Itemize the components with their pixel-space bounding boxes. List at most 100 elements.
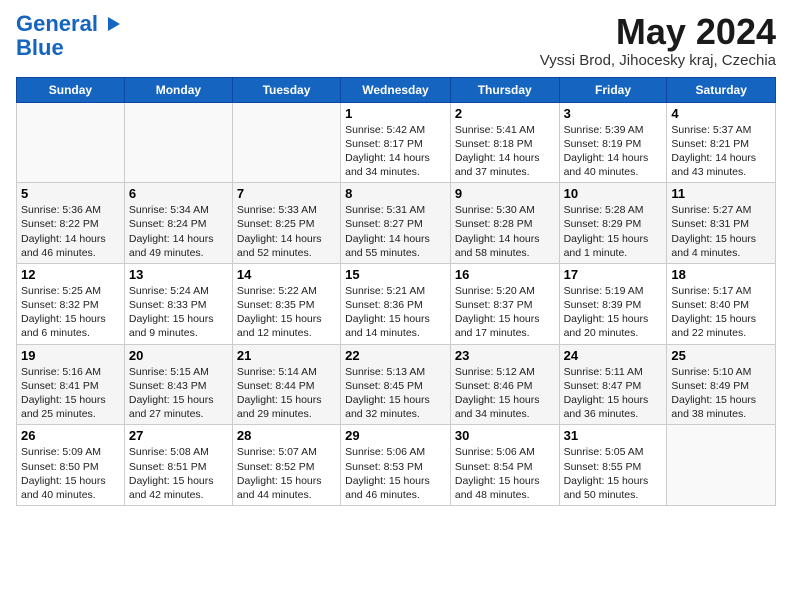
day-number: 27 [129, 428, 228, 443]
weekday-header: Thursday [450, 77, 559, 102]
day-info: Sunrise: 5:28 AM Sunset: 8:29 PM Dayligh… [564, 203, 663, 260]
calendar-cell: 22 Sunrise: 5:13 AM Sunset: 8:45 PM Dayli… [341, 344, 451, 425]
calendar-cell: 4 Sunrise: 5:37 AM Sunset: 8:21 PM Daylig… [667, 102, 776, 183]
calendar-cell: 27 Sunrise: 5:08 AM Sunset: 8:51 PM Dayli… [124, 425, 232, 506]
day-info: Sunrise: 5:09 AM Sunset: 8:50 PM Dayligh… [21, 445, 120, 502]
calendar-cell: 15Sunrise: 5:21 AM Sunset: 8:36 PM Dayli… [341, 263, 451, 344]
month-title: May 2024 [540, 12, 776, 52]
day-number: 1 [345, 106, 446, 121]
weekday-header: Friday [559, 77, 667, 102]
calendar-cell: 19 Sunrise: 5:16 AM Sunset: 8:41 PM Dayli… [17, 344, 125, 425]
day-number: 17 [564, 267, 663, 282]
day-info: Sunrise: 5:21 AM Sunset: 8:36 PM Dayligh… [345, 284, 446, 341]
calendar-cell: 21 Sunrise: 5:14 AM Sunset: 8:44 PM Dayli… [232, 344, 340, 425]
day-number: 3 [564, 106, 663, 121]
day-number: 2 [455, 106, 555, 121]
logo: General Blue [16, 12, 122, 60]
day-number: 11 [671, 186, 771, 201]
day-number: 22 [345, 348, 446, 363]
calendar-cell: 20 Sunrise: 5:15 AM Sunset: 8:43 PM Dayli… [124, 344, 232, 425]
calendar-week-row: 1 Sunrise: 5:42 AM Sunset: 8:17 PM Daylig… [17, 102, 776, 183]
title-block: May 2024 Vyssi Brod, Jihocesky kraj, Cze… [540, 12, 776, 69]
calendar-cell: 29Sunrise: 5:06 AM Sunset: 8:53 PM Dayli… [341, 425, 451, 506]
day-info: Sunrise: 5:11 AM Sunset: 8:47 PM Dayligh… [564, 365, 663, 422]
calendar-header-row: SundayMondayTuesdayWednesdayThursdayFrid… [17, 77, 776, 102]
day-info: Sunrise: 5:22 AM Sunset: 8:35 PM Dayligh… [237, 284, 336, 341]
calendar-cell: 28Sunrise: 5:07 AM Sunset: 8:52 PM Dayli… [232, 425, 340, 506]
calendar-cell: 3 Sunrise: 5:39 AM Sunset: 8:19 PM Daylig… [559, 102, 667, 183]
calendar-cell: 24 Sunrise: 5:11 AM Sunset: 8:47 PM Dayli… [559, 344, 667, 425]
logo-general: General [16, 11, 98, 36]
calendar-cell [17, 102, 125, 183]
day-info: Sunrise: 5:37 AM Sunset: 8:21 PM Dayligh… [671, 123, 771, 180]
day-number: 8 [345, 186, 446, 201]
header: General Blue May 2024 Vyssi Brod, Jihoce… [16, 12, 776, 69]
day-info: Sunrise: 5:13 AM Sunset: 8:45 PM Dayligh… [345, 365, 446, 422]
weekday-header: Monday [124, 77, 232, 102]
calendar-cell: 13 Sunrise: 5:24 AM Sunset: 8:33 PM Dayli… [124, 263, 232, 344]
day-info: Sunrise: 5:42 AM Sunset: 8:17 PM Dayligh… [345, 123, 446, 180]
day-number: 28 [237, 428, 336, 443]
day-number: 5 [21, 186, 120, 201]
calendar-cell: 6Sunrise: 5:34 AM Sunset: 8:24 PM Daylig… [124, 183, 232, 264]
weekday-header: Tuesday [232, 77, 340, 102]
calendar-cell: 31Sunrise: 5:05 AM Sunset: 8:55 PM Dayli… [559, 425, 667, 506]
day-number: 19 [21, 348, 120, 363]
day-number: 7 [237, 186, 336, 201]
day-info: Sunrise: 5:31 AM Sunset: 8:27 PM Dayligh… [345, 203, 446, 260]
day-info: Sunrise: 5:15 AM Sunset: 8:43 PM Dayligh… [129, 365, 228, 422]
day-number: 31 [564, 428, 663, 443]
day-info: Sunrise: 5:10 AM Sunset: 8:49 PM Dayligh… [671, 365, 771, 422]
day-info: Sunrise: 5:20 AM Sunset: 8:37 PM Dayligh… [455, 284, 555, 341]
calendar-cell: 18Sunrise: 5:17 AM Sunset: 8:40 PM Dayli… [667, 263, 776, 344]
calendar-cell: 12 Sunrise: 5:25 AM Sunset: 8:32 PM Dayli… [17, 263, 125, 344]
day-info: Sunrise: 5:14 AM Sunset: 8:44 PM Dayligh… [237, 365, 336, 422]
day-number: 13 [129, 267, 228, 282]
day-info: Sunrise: 5:08 AM Sunset: 8:51 PM Dayligh… [129, 445, 228, 502]
day-number: 30 [455, 428, 555, 443]
calendar-cell [667, 425, 776, 506]
weekday-header: Sunday [17, 77, 125, 102]
day-info: Sunrise: 5:24 AM Sunset: 8:33 PM Dayligh… [129, 284, 228, 341]
day-number: 26 [21, 428, 120, 443]
day-number: 23 [455, 348, 555, 363]
page: General Blue May 2024 Vyssi Brod, Jihoce… [0, 0, 792, 514]
logo-text: General [16, 12, 98, 36]
calendar-cell: 23Sunrise: 5:12 AM Sunset: 8:46 PM Dayli… [450, 344, 559, 425]
day-number: 29 [345, 428, 446, 443]
calendar-cell: 25 Sunrise: 5:10 AM Sunset: 8:49 PM Dayli… [667, 344, 776, 425]
day-info: Sunrise: 5:19 AM Sunset: 8:39 PM Dayligh… [564, 284, 663, 341]
calendar-cell: 14 Sunrise: 5:22 AM Sunset: 8:35 PM Dayli… [232, 263, 340, 344]
calendar-cell: 17 Sunrise: 5:19 AM Sunset: 8:39 PM Dayli… [559, 263, 667, 344]
day-number: 4 [671, 106, 771, 121]
calendar-cell: 10 Sunrise: 5:28 AM Sunset: 8:29 PM Dayli… [559, 183, 667, 264]
day-info: Sunrise: 5:27 AM Sunset: 8:31 PM Dayligh… [671, 203, 771, 260]
day-number: 10 [564, 186, 663, 201]
day-number: 25 [671, 348, 771, 363]
day-number: 9 [455, 186, 555, 201]
calendar-cell: 9 Sunrise: 5:30 AM Sunset: 8:28 PM Daylig… [450, 183, 559, 264]
day-number: 24 [564, 348, 663, 363]
calendar-cell [232, 102, 340, 183]
day-number: 21 [237, 348, 336, 363]
day-info: Sunrise: 5:17 AM Sunset: 8:40 PM Dayligh… [671, 284, 771, 341]
calendar-week-row: 5Sunrise: 5:36 AM Sunset: 8:22 PM Daylig… [17, 183, 776, 264]
day-info: Sunrise: 5:25 AM Sunset: 8:32 PM Dayligh… [21, 284, 120, 341]
day-info: Sunrise: 5:16 AM Sunset: 8:41 PM Dayligh… [21, 365, 120, 422]
location: Vyssi Brod, Jihocesky kraj, Czechia [540, 52, 776, 69]
day-number: 16 [455, 267, 555, 282]
calendar-cell: 26 Sunrise: 5:09 AM Sunset: 8:50 PM Dayli… [17, 425, 125, 506]
day-number: 14 [237, 267, 336, 282]
day-info: Sunrise: 5:34 AM Sunset: 8:24 PM Dayligh… [129, 203, 228, 260]
day-info: Sunrise: 5:41 AM Sunset: 8:18 PM Dayligh… [455, 123, 555, 180]
day-number: 20 [129, 348, 228, 363]
calendar-cell: 2 Sunrise: 5:41 AM Sunset: 8:18 PM Daylig… [450, 102, 559, 183]
day-number: 12 [21, 267, 120, 282]
calendar-table: SundayMondayTuesdayWednesdayThursdayFrid… [16, 77, 776, 506]
calendar-cell: 7Sunrise: 5:33 AM Sunset: 8:25 PM Daylig… [232, 183, 340, 264]
calendar-week-row: 19 Sunrise: 5:16 AM Sunset: 8:41 PM Dayli… [17, 344, 776, 425]
day-info: Sunrise: 5:30 AM Sunset: 8:28 PM Dayligh… [455, 203, 555, 260]
calendar-cell: 8 Sunrise: 5:31 AM Sunset: 8:27 PM Daylig… [341, 183, 451, 264]
calendar-cell: 11 Sunrise: 5:27 AM Sunset: 8:31 PM Dayli… [667, 183, 776, 264]
day-info: Sunrise: 5:39 AM Sunset: 8:19 PM Dayligh… [564, 123, 663, 180]
